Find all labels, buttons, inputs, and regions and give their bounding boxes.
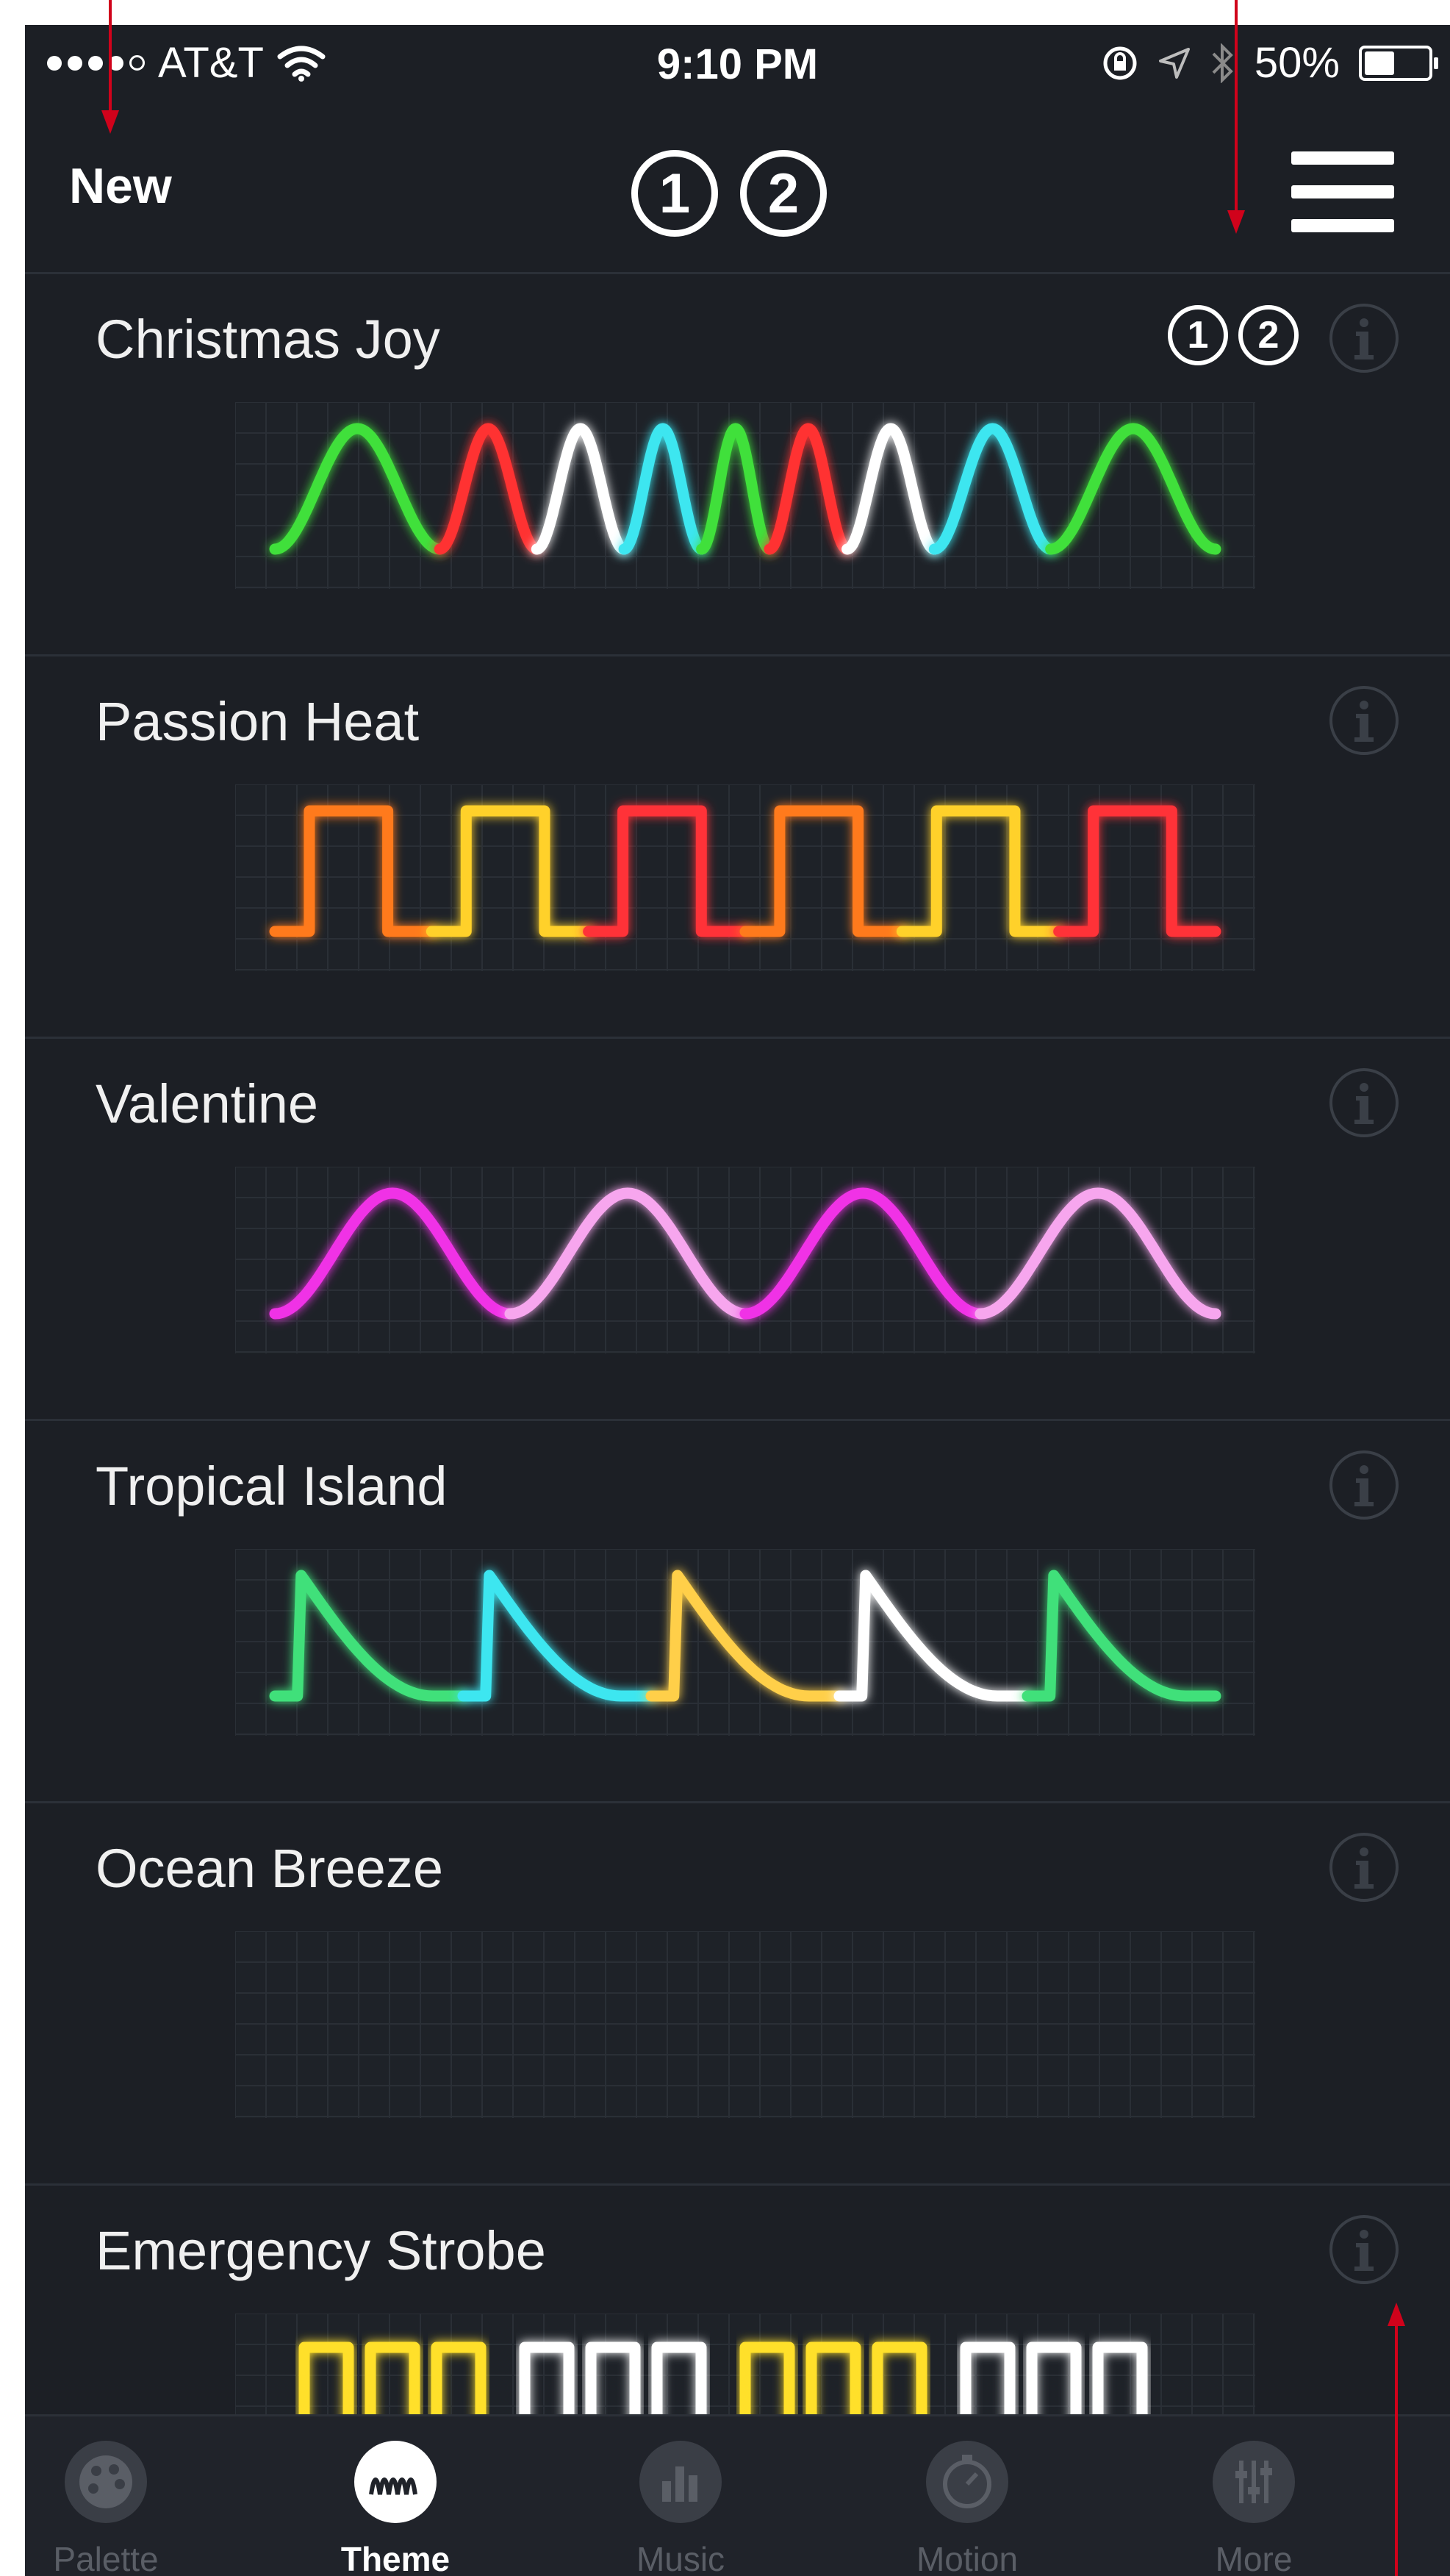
theme-name: Ocean Breeze	[96, 1838, 444, 1899]
theme-row[interactable]: Christmas Joy 1 2	[25, 272, 1450, 656]
tab-theme[interactable]: Theme	[307, 2436, 484, 2576]
hamburger-menu-icon[interactable]	[1291, 151, 1394, 232]
tab-palette[interactable]: Palette	[25, 2436, 194, 2576]
tab-label: Theme	[340, 2540, 451, 2576]
annotation-arrow-new	[101, 0, 119, 134]
annotation-arrow-info	[1388, 2303, 1405, 2576]
equalizer-icon	[639, 2441, 722, 2523]
theme-name: Passion Heat	[96, 691, 420, 752]
sliders-icon	[1213, 2441, 1295, 2523]
theme-row[interactable]: Ocean Breeze	[25, 1801, 1450, 2186]
theme-name: Emergency Strobe	[96, 2220, 546, 2281]
group-badges: 12	[1168, 305, 1299, 365]
wave-icon	[354, 2441, 437, 2523]
group-selector: 1 2	[631, 150, 827, 237]
palette-icon	[65, 2441, 147, 2523]
info-icon[interactable]	[1328, 1449, 1400, 1521]
tab-label: Palette	[53, 2540, 159, 2576]
group-2-button[interactable]: 2	[740, 150, 827, 237]
status-right: 50%	[1102, 38, 1438, 87]
tab-label: Music	[636, 2540, 725, 2576]
info-icon[interactable]	[1328, 1067, 1400, 1139]
group-1-button[interactable]: 1	[631, 150, 718, 237]
info-icon[interactable]	[1328, 2214, 1400, 2286]
phone-screen: AT&T 9:10 PM 50% New 1 2 Christmas Joy 1…	[25, 25, 1450, 2576]
theme-row[interactable]: Passion Heat	[25, 654, 1450, 1039]
group-badge: 1	[1168, 305, 1228, 365]
theme-row[interactable]: Valentine	[25, 1037, 1450, 1421]
info-icon[interactable]	[1328, 684, 1400, 756]
tab-more[interactable]: More	[1166, 2436, 1342, 2576]
tab-bar: Palette Theme Music Motion More	[25, 2414, 1450, 2576]
theme-waveform	[235, 1549, 1255, 1736]
tab-label: More	[1215, 2540, 1293, 2576]
location-icon	[1158, 47, 1190, 79]
annotation-arrow-badges	[1227, 0, 1245, 234]
tab-motion[interactable]: Motion	[879, 2436, 1055, 2576]
theme-name: Christmas Joy	[96, 309, 440, 370]
battery-icon	[1359, 45, 1438, 81]
info-icon[interactable]	[1328, 1831, 1400, 1903]
battery-percent: 50%	[1254, 39, 1340, 87]
theme-name: Tropical Island	[96, 1456, 448, 1517]
new-theme-button[interactable]: New	[69, 157, 172, 215]
theme-row[interactable]: Tropical Island	[25, 1419, 1450, 1803]
theme-waveform	[235, 402, 1255, 589]
tab-music[interactable]: Music	[592, 2436, 769, 2576]
theme-waveform	[235, 784, 1255, 971]
theme-waveform	[235, 1167, 1255, 1353]
group-badge: 2	[1238, 305, 1299, 365]
rotation-lock-icon	[1103, 46, 1137, 79]
tab-label: Motion	[916, 2540, 1019, 2576]
info-icon[interactable]	[1328, 302, 1400, 374]
stopwatch-icon	[926, 2441, 1008, 2523]
theme-waveform	[235, 1931, 1255, 2118]
theme-name: Valentine	[96, 1073, 319, 1134]
